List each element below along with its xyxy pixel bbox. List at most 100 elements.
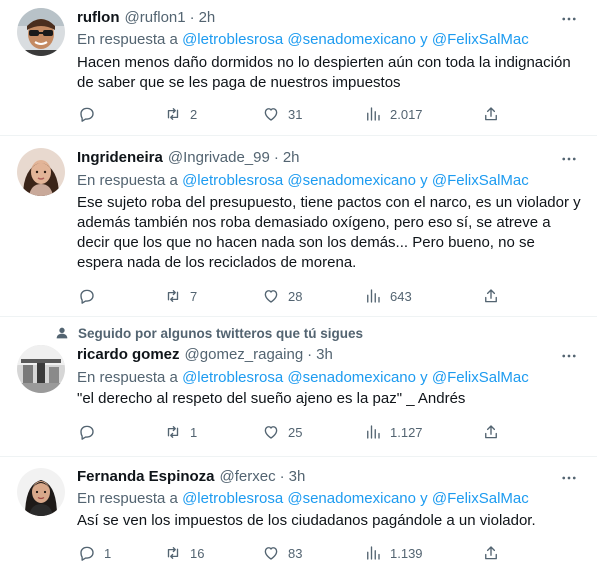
views-button[interactable]: 643: [364, 281, 412, 311]
mention-link[interactable]: @FelixSalMac: [432, 369, 529, 386]
retweet-icon: [167, 426, 179, 438]
more-horizontal-icon: [562, 476, 576, 480]
reply-button[interactable]: [78, 281, 104, 311]
separator-dot: ·: [189, 9, 195, 26]
retweet-icon: [167, 547, 179, 559]
reply-context: En respuesta a @letroblesrosa @senadomex…: [77, 31, 529, 48]
reply-and[interactable]: y: [420, 172, 428, 189]
timestamp[interactable]: 2h: [199, 9, 216, 26]
mention-link[interactable]: @senadomexicano: [287, 490, 416, 507]
mention-link[interactable]: @senadomexicano: [287, 369, 416, 386]
tweet-header: Fernanda Espinoza @ferxec · 3h: [77, 468, 305, 488]
retweet-count: 7: [190, 288, 198, 304]
mention-link[interactable]: @senadomexicano: [287, 172, 416, 189]
tweet-header: ruflon @ruflon1 · 2h: [77, 9, 215, 29]
separator-dot: ·: [307, 346, 313, 363]
like-button[interactable]: 28: [262, 281, 302, 311]
reply-button[interactable]: 1: [78, 538, 111, 568]
views-button[interactable]: 1.127: [364, 417, 423, 447]
view-count: 643: [390, 288, 412, 304]
user-handle[interactable]: @Ingrivade_99: [168, 149, 270, 166]
retweet-button[interactable]: 2: [164, 99, 197, 129]
user-handle[interactable]: @ferxec: [220, 468, 276, 485]
user-handle[interactable]: @gomez_ragaing: [185, 346, 304, 363]
retweet-count: 16: [190, 545, 205, 561]
heart-icon: [264, 290, 278, 303]
view-count: 1.127: [390, 424, 423, 440]
reply-and[interactable]: y: [420, 369, 428, 386]
mention-link[interactable]: @FelixSalMac: [432, 172, 529, 189]
mention-link[interactable]: @senadomexicano: [287, 31, 416, 48]
share-button[interactable]: [482, 281, 500, 311]
share-button[interactable]: [482, 99, 500, 129]
avatar[interactable]: [17, 8, 65, 56]
mention-link[interactable]: @letroblesrosa: [182, 490, 283, 507]
retweet-button[interactable]: 1: [164, 417, 197, 447]
retweet-count: 1: [190, 424, 198, 440]
more-options-button[interactable]: [559, 346, 579, 366]
tweet-text: "el derecho al respeto del sueño ajeno e…: [77, 390, 466, 407]
bar-chart-icon: [367, 107, 380, 121]
avatar[interactable]: [17, 148, 65, 196]
tweet[interactable]: Ingrideneira @Ingrivade_99 · 2h En respu…: [0, 136, 597, 317]
views-button[interactable]: 1.139: [364, 538, 423, 568]
share-upload-icon: [485, 107, 497, 121]
like-button[interactable]: 31: [262, 99, 302, 129]
display-name[interactable]: ruflon: [77, 9, 120, 26]
retweet-button[interactable]: 16: [164, 538, 204, 568]
reply-context: En respuesta a @letroblesrosa @senadomex…: [77, 369, 529, 386]
reply-bubble-icon: [80, 107, 94, 122]
like-button[interactable]: 83: [262, 538, 302, 568]
avatar[interactable]: [17, 345, 65, 393]
share-upload-icon: [485, 289, 497, 303]
like-count: 25: [288, 424, 303, 440]
bar-chart-icon: [367, 425, 380, 439]
reply-button[interactable]: [78, 417, 104, 447]
retweet-count: 2: [190, 106, 198, 122]
mention-link[interactable]: @FelixSalMac: [432, 490, 529, 507]
more-horizontal-icon: [562, 157, 576, 161]
reply-feed: ruflon @ruflon1 · 2h En respuesta a @let…: [0, 0, 597, 573]
reply-count: 1: [104, 545, 112, 561]
views-button[interactable]: 2.017: [364, 99, 423, 129]
mention-link[interactable]: @letroblesrosa: [182, 172, 283, 189]
mention-link[interactable]: @letroblesrosa: [182, 31, 283, 48]
display-name[interactable]: Fernanda Espinoza: [77, 468, 215, 485]
share-button[interactable]: [482, 417, 500, 447]
timestamp[interactable]: 3h: [316, 346, 333, 363]
tweet[interactable]: ruflon @ruflon1 · 2h En respuesta a @let…: [0, 0, 597, 136]
tweet-header: ricardo gomez @gomez_ragaing · 3h: [77, 346, 333, 366]
share-button[interactable]: [482, 538, 500, 568]
more-options-button[interactable]: [559, 9, 579, 29]
separator-dot: ·: [273, 149, 279, 166]
more-options-button[interactable]: [559, 149, 579, 169]
more-options-button[interactable]: [559, 468, 579, 488]
heart-icon: [264, 108, 278, 121]
reply-bubble-icon: [80, 546, 94, 561]
avatar[interactable]: [17, 468, 65, 516]
display-name[interactable]: ricardo gomez: [77, 346, 180, 363]
user-handle[interactable]: @ruflon1: [125, 9, 186, 26]
action-bar: 7 28 643: [68, 281, 508, 311]
like-button[interactable]: 25: [262, 417, 302, 447]
reply-and[interactable]: y: [420, 490, 428, 507]
reply-prefix: En respuesta a: [77, 31, 178, 48]
display-name[interactable]: Ingrideneira: [77, 149, 163, 166]
social-context: Seguido por algunos twitteros que tú sig…: [54, 324, 363, 342]
tweet[interactable]: Seguido por algunos twitteros que tú sig…: [0, 317, 597, 457]
mention-link[interactable]: @FelixSalMac: [432, 31, 529, 48]
more-horizontal-icon: [562, 17, 576, 21]
reply-context: En respuesta a @letroblesrosa @senadomex…: [77, 490, 529, 507]
action-bar: 1 16 83 1.139: [68, 538, 508, 568]
reply-prefix: En respuesta a: [77, 172, 178, 189]
bar-chart-icon: [367, 546, 380, 560]
tweet-text: Hacen menos daño dormidos no lo despiert…: [77, 54, 571, 91]
retweet-button[interactable]: 7: [164, 281, 197, 311]
tweet[interactable]: Fernanda Espinoza @ferxec · 3h En respue…: [0, 457, 597, 573]
reply-and[interactable]: y: [420, 31, 428, 48]
timestamp[interactable]: 2h: [283, 149, 300, 166]
view-count: 2.017: [390, 106, 423, 122]
reply-button[interactable]: [78, 99, 104, 129]
mention-link[interactable]: @letroblesrosa: [182, 369, 283, 386]
timestamp[interactable]: 3h: [289, 468, 306, 485]
